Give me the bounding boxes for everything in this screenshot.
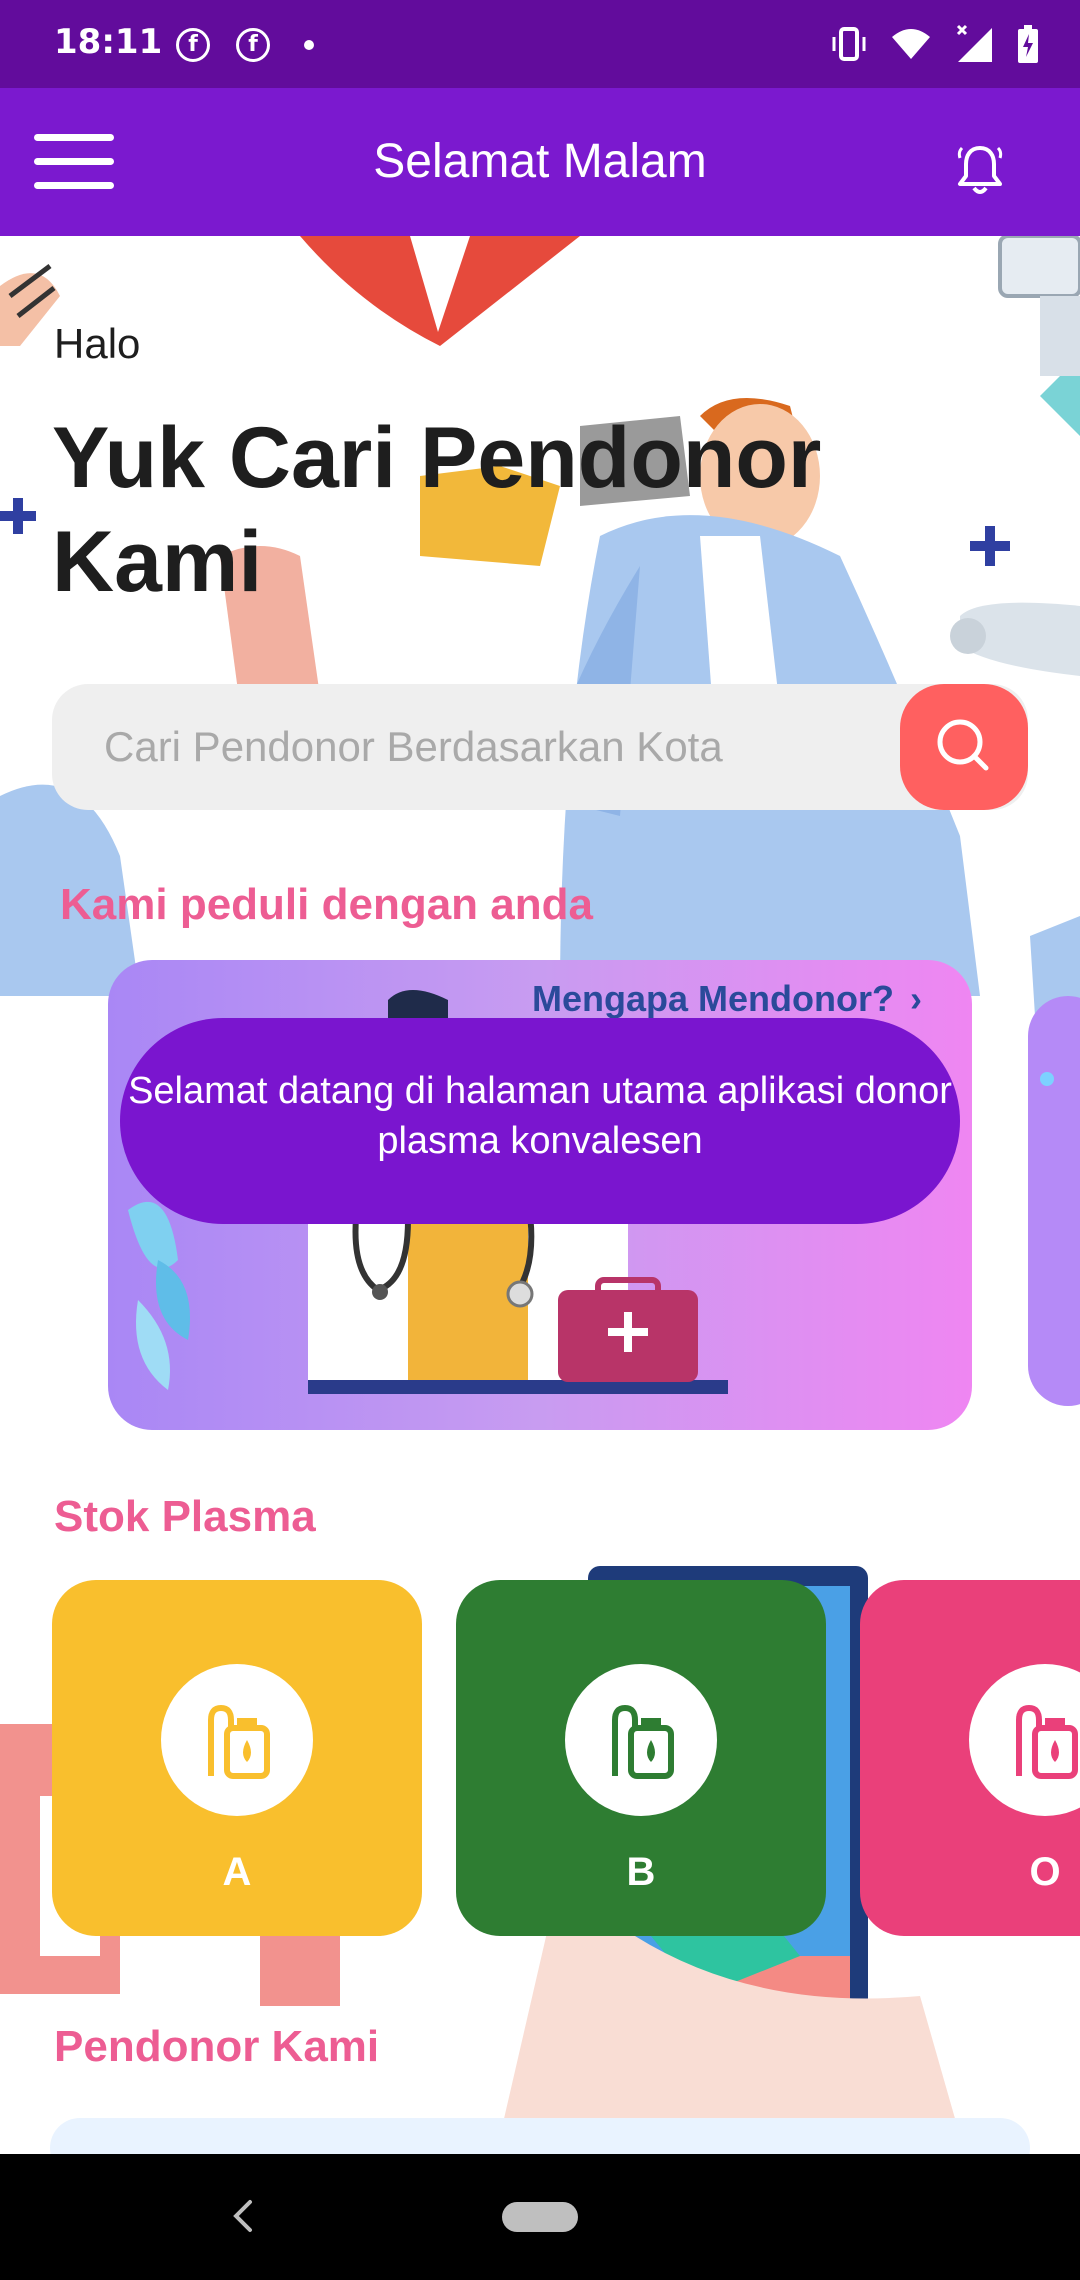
dot-icon	[304, 40, 314, 50]
navigation-bar	[0, 2154, 1080, 2280]
greeting-text: Halo	[54, 320, 141, 367]
bell-icon[interactable]	[952, 142, 1008, 198]
battery-charging-icon	[1018, 25, 1038, 63]
blood-bag-icon	[208, 1704, 270, 1779]
search-button[interactable]	[900, 684, 1028, 810]
donor-card[interactable]	[50, 2118, 1030, 2154]
care-section-title: Kami peduli dengan anda	[60, 880, 593, 929]
blood-bag-icon-container	[565, 1664, 717, 1816]
carousel-dot	[1040, 1072, 1054, 1086]
app-bar: Selamat Malam	[0, 88, 1080, 236]
search-input[interactable]	[104, 714, 904, 780]
system-icons	[830, 22, 1040, 66]
page-headline: Yuk Cari Pendonor Kami	[52, 410, 822, 610]
back-icon[interactable]	[224, 2194, 264, 2238]
home-content: Halo Yuk Cari Pendonor Kami Kami peduli …	[0, 236, 1080, 2154]
facebook-icon: f	[176, 28, 210, 62]
signal-icon	[956, 24, 992, 62]
blood-bag-icon-container	[161, 1664, 313, 1816]
search-icon	[937, 719, 989, 771]
blood-bag-icon-container	[969, 1664, 1080, 1816]
donor-section-title: Pendonor Kami	[54, 2022, 380, 2071]
blood-type-label: A	[222, 1850, 252, 1894]
stock-section-title: Stok Plasma	[54, 1492, 316, 1541]
blood-bag-icon	[612, 1704, 674, 1779]
vibrate-icon	[832, 27, 866, 61]
status-time: 18:11	[54, 22, 163, 62]
blood-type-label: B	[626, 1850, 656, 1894]
blood-type-label: O	[1029, 1850, 1061, 1894]
status-bar: 18:11 f f	[0, 0, 1080, 88]
facebook-icon: f	[236, 28, 270, 62]
welcome-tooltip: Selamat datang di halaman utama aplikasi…	[120, 1018, 960, 1224]
wifi-icon	[892, 29, 930, 59]
home-pill[interactable]	[502, 2202, 578, 2232]
stock-card-b[interactable]: B	[456, 1580, 826, 1936]
next-banner-peek[interactable]	[1028, 996, 1080, 1406]
stock-card-o[interactable]: O	[860, 1580, 1080, 1936]
app-bar-title: Selamat Malam	[373, 135, 707, 188]
blood-bag-icon	[1016, 1704, 1078, 1779]
search-bar	[52, 684, 1028, 810]
stock-card-a[interactable]: A	[52, 1580, 422, 1936]
